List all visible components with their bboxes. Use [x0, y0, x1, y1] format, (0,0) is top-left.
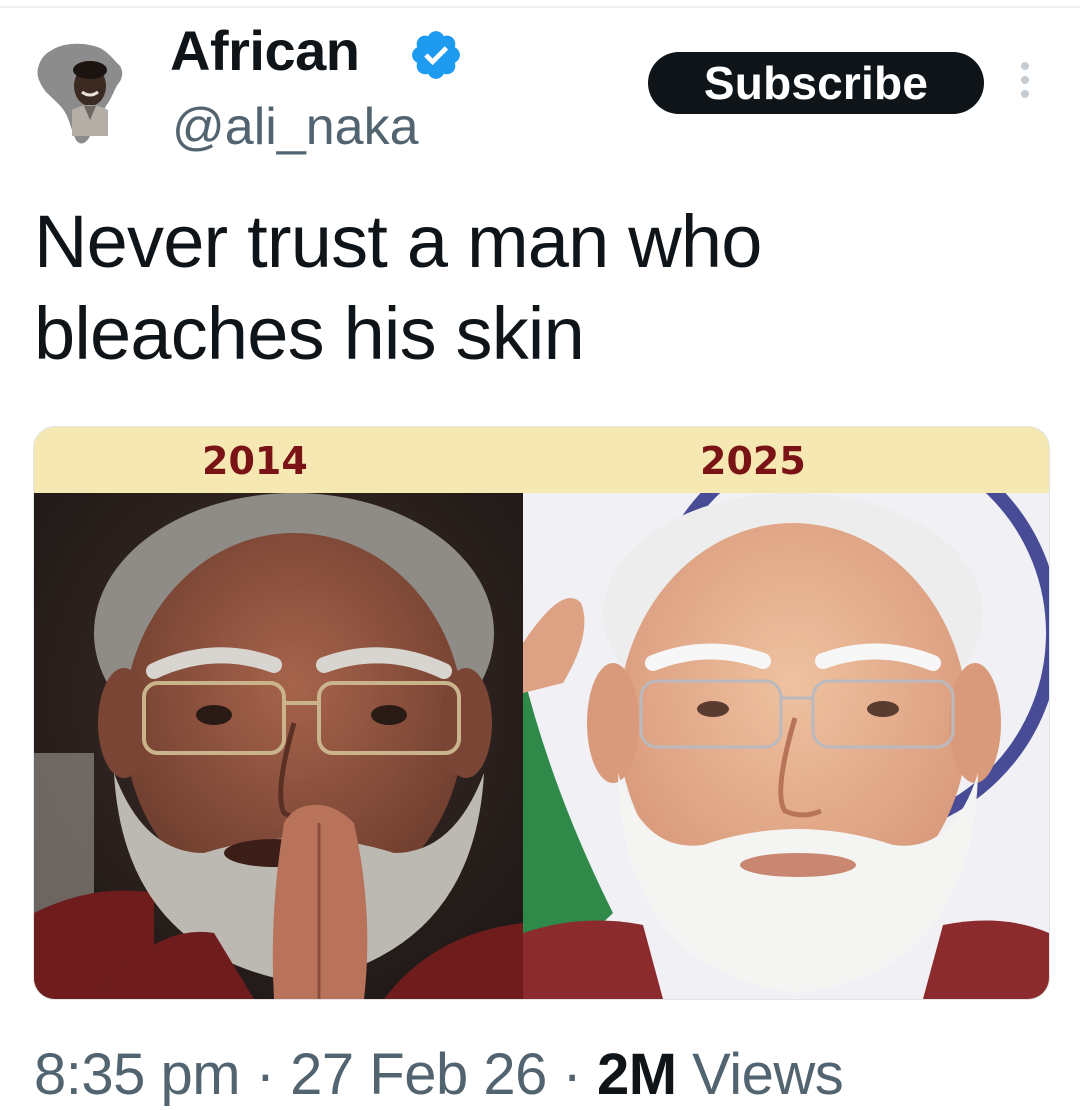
portrait-photo-2025 [523, 493, 1049, 999]
subscribe-button[interactable]: Subscribe [648, 52, 984, 114]
views-label: Views [692, 1042, 844, 1107]
year-label-band [34, 427, 1049, 493]
top-divider [0, 6, 1080, 8]
tweet-text-line-2: bleaches his skin [34, 292, 585, 375]
meta-separator: · [255, 1042, 275, 1107]
more-vertical-icon[interactable] [1012, 62, 1038, 106]
views-count: 2M [596, 1042, 677, 1107]
author-handle[interactable]: @ali_naka [172, 96, 419, 158]
tweet-date[interactable]: 27 Feb 26 [290, 1042, 547, 1107]
year-label-right: 2025 [700, 439, 806, 483]
tweet-text: Never trust a man who bleaches his skin [34, 196, 1044, 380]
tweet-time[interactable]: 8:35 pm [34, 1042, 241, 1107]
portrait-photo-2014 [34, 493, 523, 999]
avatar[interactable] [34, 40, 126, 148]
verified-badge-icon [412, 31, 460, 79]
tweet-text-line-1: Never trust a man who [34, 200, 762, 283]
meta-separator: · [562, 1042, 582, 1107]
year-label-left: 2014 [202, 439, 308, 483]
tweet-media-image[interactable]: 2014 2025 [33, 426, 1050, 1000]
tweet-meta: 8:35 pm · 27 Feb 26 · 2M Views [34, 1040, 844, 1110]
author-display-name[interactable]: African [170, 18, 360, 84]
